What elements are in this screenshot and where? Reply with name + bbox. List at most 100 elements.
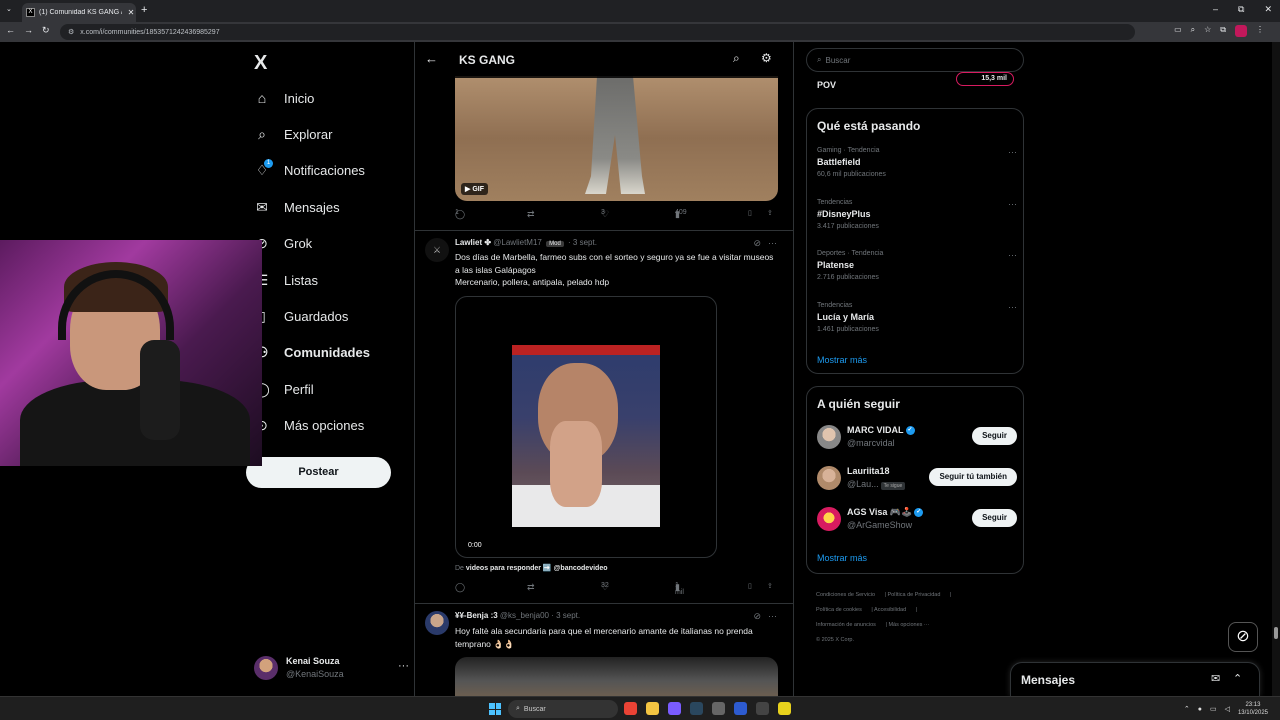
sidebar-item-mensajes[interactable]: ✉ Mensajes (254, 195, 340, 219)
follow-name[interactable]: Lauriita18 (847, 466, 890, 476)
sidebar-item-inicio[interactable]: ⌂ Inicio (254, 86, 315, 110)
clock[interactable]: 23:13 13/10/2025 (1238, 701, 1268, 717)
sidebar-item-explorar[interactable]: ⌕ Explorar (254, 122, 332, 146)
grok-floating-button[interactable]: ⊘ (1228, 622, 1258, 652)
messages-drawer[interactable]: Mensajes ✉ ⌃ (1010, 662, 1260, 696)
address-bar[interactable]: ⚙ x.com/i/communities/185357124243698529… (60, 24, 1135, 40)
show-more-link[interactable]: Mostrar más (817, 355, 867, 365)
browser-tab[interactable]: X (1) Comunidad KS GANG / X ✕ (22, 3, 136, 22)
pov-card[interactable]: POV 15,3 mil (806, 72, 1024, 96)
site-info-icon[interactable]: ⚙ (68, 28, 74, 36)
more-icon[interactable]: ··· (1008, 147, 1017, 157)
tab-search-icon[interactable]: ⌄ (6, 5, 12, 13)
tab-close-icon[interactable]: ✕ (126, 8, 136, 17)
tweet-time[interactable]: · 3 sept. (551, 611, 580, 620)
grok-icon[interactable]: ⊘ (753, 238, 761, 249)
app-icon[interactable] (668, 702, 681, 715)
footer-link[interactable]: Condiciones de Servicio (816, 592, 875, 598)
taskbar-search[interactable]: ⌕ Buscar (508, 700, 618, 718)
author-handle[interactable]: @LawlietM17 (493, 238, 542, 247)
new-message-icon[interactable]: ✉ (1211, 672, 1220, 685)
search-icon[interactable]: ⌕ (733, 51, 740, 66)
show-more-link[interactable]: Mostrar más (817, 553, 867, 563)
mic-icon[interactable]: ● (1198, 706, 1202, 713)
avatar[interactable] (817, 507, 841, 531)
sidebar-item-comunidades[interactable]: ⚇ Comunidades (254, 341, 370, 365)
follow-name[interactable]: AGS Visa 🎮🕹️ ✓ (847, 507, 924, 518)
minimize-icon[interactable]: – (1213, 4, 1218, 15)
follow-button[interactable]: Seguir (972, 427, 1017, 445)
footer-link[interactable]: Política de Privacidad (888, 592, 941, 598)
bookmark-icon[interactable]: ▯ (748, 209, 752, 217)
video-source[interactable]: De videos para responder ➡️ @bancodevide… (455, 564, 608, 572)
follow-name[interactable]: MARC VIDAL ✓ (847, 425, 915, 436)
trend-item[interactable]: Deportes · Tendencia Platense 2.716 public… (817, 250, 1017, 281)
trend-item[interactable]: Tendencias #DisneyPlus 3.417 publicaciones… (817, 199, 1017, 230)
avatar[interactable] (817, 425, 841, 449)
back-arrow-icon[interactable]: ← (425, 51, 438, 66)
network-icon[interactable]: ▭ (1210, 705, 1217, 713)
close-window-icon[interactable]: ✕ (1264, 4, 1272, 15)
browser-menu-icon[interactable]: ⋮ (1256, 25, 1264, 37)
extensions-icon[interactable]: ⧉ (1220, 25, 1226, 37)
share-icon[interactable]: ⇪ (767, 582, 773, 590)
windows-start-icon[interactable] (489, 703, 501, 715)
post-button[interactable]: Postear (246, 457, 391, 488)
more-icon[interactable]: ··· (1008, 250, 1017, 260)
notes-icon[interactable] (778, 702, 791, 715)
page-scrollbar[interactable] (1272, 42, 1280, 696)
app-icon[interactable] (712, 702, 725, 715)
forward-arrow-icon[interactable]: → (24, 25, 33, 36)
expand-icon[interactable]: ⌃ (1233, 672, 1242, 685)
chevron-up-icon[interactable]: ⌃ (1184, 705, 1190, 713)
chrome-icon[interactable] (624, 702, 637, 715)
author-handle[interactable]: @ks_benja00 (500, 611, 549, 620)
tweet-video[interactable]: 0:00 (455, 296, 717, 558)
cast-icon[interactable]: ▭ (1174, 25, 1182, 37)
tweet-gif[interactable]: ▶ GIF (455, 76, 778, 201)
author-name[interactable]: ¥¥-Benja :3 (455, 611, 498, 620)
follow-suggestion[interactable]: AGS Visa 🎮🕹️ ✓ @ArGameShow Seguir (817, 505, 1017, 533)
zoom-icon[interactable]: ⌕ (1191, 25, 1195, 37)
author-name[interactable]: Lawliet ✤ (455, 238, 491, 247)
tweet-image[interactable] (455, 657, 778, 696)
restore-icon[interactable]: ⧉ (1238, 4, 1244, 15)
volume-icon[interactable]: ◁ (1225, 705, 1230, 713)
more-icon[interactable]: ··· (768, 611, 777, 621)
more-icon[interactable]: ··· (1008, 199, 1017, 209)
folder-icon[interactable] (646, 702, 659, 715)
bookmark-icon[interactable]: ▯ (748, 582, 752, 590)
back-arrow-icon[interactable]: ← (6, 25, 15, 36)
grok-icon[interactable]: ⊘ (753, 611, 761, 622)
trend-item[interactable]: Tendencias Lucía y María 1.461 publicacion… (817, 302, 1017, 333)
more-icon[interactable]: ··· (1008, 302, 1017, 312)
sidebar-item-guardados[interactable]: ▯ Guardados (254, 304, 348, 328)
new-tab-icon[interactable]: + (141, 4, 147, 16)
follow-suggestion[interactable]: Lauriita18 @Lau... Te sigue Seguir tú tambi… (817, 464, 1017, 492)
footer-link[interactable]: Política de cookies (816, 607, 862, 613)
footer-link[interactable]: Más opciones ··· (888, 622, 929, 628)
more-icon[interactable]: ··· (398, 660, 409, 672)
sidebar-item-listas[interactable]: ☰ Listas (254, 268, 318, 292)
footer-link[interactable]: Información de anuncios (816, 622, 876, 628)
sidebar-item-perfil[interactable]: ◯Perfil (254, 377, 313, 401)
star-icon[interactable]: ☆ (1204, 25, 1211, 37)
trend-item[interactable]: Gaming · Tendencia Battlefield 60,6 mil pu… (817, 147, 1017, 178)
x-logo-icon[interactable]: X (254, 52, 267, 75)
footer-link[interactable]: Accesibilidad (874, 607, 906, 613)
reload-icon[interactable]: ↻ (42, 25, 50, 36)
share-icon[interactable]: ⇪ (767, 209, 773, 217)
tweet-time[interactable]: · 3 sept. (568, 238, 597, 247)
app-icon[interactable] (734, 702, 747, 715)
steam-icon[interactable] (690, 702, 703, 715)
gear-icon[interactable]: ⚙ (761, 51, 772, 65)
account-switcher[interactable]: Kenai Souza @KenaiSouza ··· (254, 654, 409, 682)
follow-button[interactable]: Seguir tú también (929, 468, 1017, 486)
more-icon[interactable]: ··· (768, 238, 777, 248)
sidebar-item-más-opciones[interactable]: ⊙Más opciones (254, 414, 364, 438)
search-input[interactable]: ⌕ Buscar (806, 48, 1024, 72)
sidebar-item-grok[interactable]: ⊘Grok (254, 232, 312, 256)
obs-icon[interactable] (756, 702, 769, 715)
follow-suggestion[interactable]: MARC VIDAL ✓ @marcvidal Seguir (817, 423, 1017, 451)
sidebar-item-notificaciones[interactable]: ♢ 1 Notificaciones (254, 159, 365, 183)
